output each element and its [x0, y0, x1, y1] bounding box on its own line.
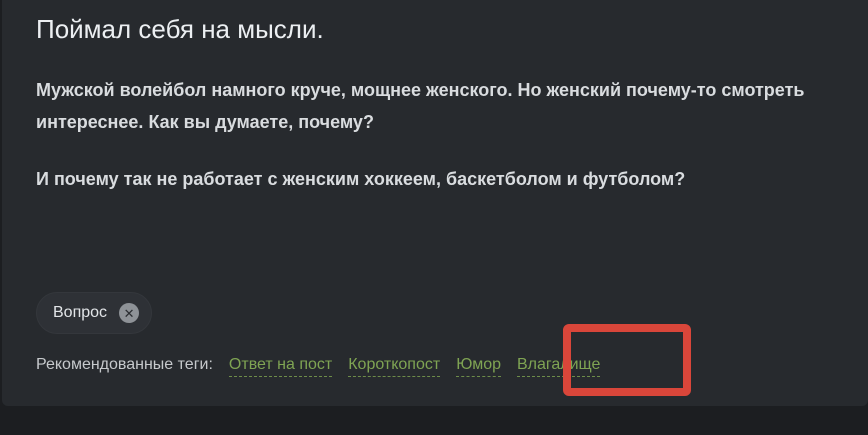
close-circle-icon[interactable]: ✕	[119, 303, 140, 323]
post-paragraph[interactable]: Мужской волейбол намного круче, мощнее ж…	[36, 74, 836, 138]
post-editor-card: Поймал себя на мысли. Мужской волейбол н…	[2, 0, 868, 406]
recommended-tag-vlagalishche[interactable]: Влагалище	[516, 356, 601, 377]
post-paragraph[interactable]: И почему так не работает с женским хокке…	[36, 163, 836, 195]
recommended-tag-korotkopost[interactable]: Короткопост	[348, 356, 441, 377]
recommended-tag-yumor[interactable]: Юмор	[456, 356, 501, 377]
recommended-tags-label: Рекомендованные теги:	[36, 356, 213, 373]
post-title[interactable]: Поймал себя на мысли.	[36, 14, 324, 45]
recommended-tags-row: Рекомендованные теги: Ответ на пост Коро…	[36, 356, 601, 382]
tag-chip-vopros: Вопрос ✕	[36, 292, 153, 334]
recommended-tag-otvet-na-post[interactable]: Ответ на пост	[228, 356, 333, 377]
tag-chip-label: Вопрос	[53, 304, 108, 321]
